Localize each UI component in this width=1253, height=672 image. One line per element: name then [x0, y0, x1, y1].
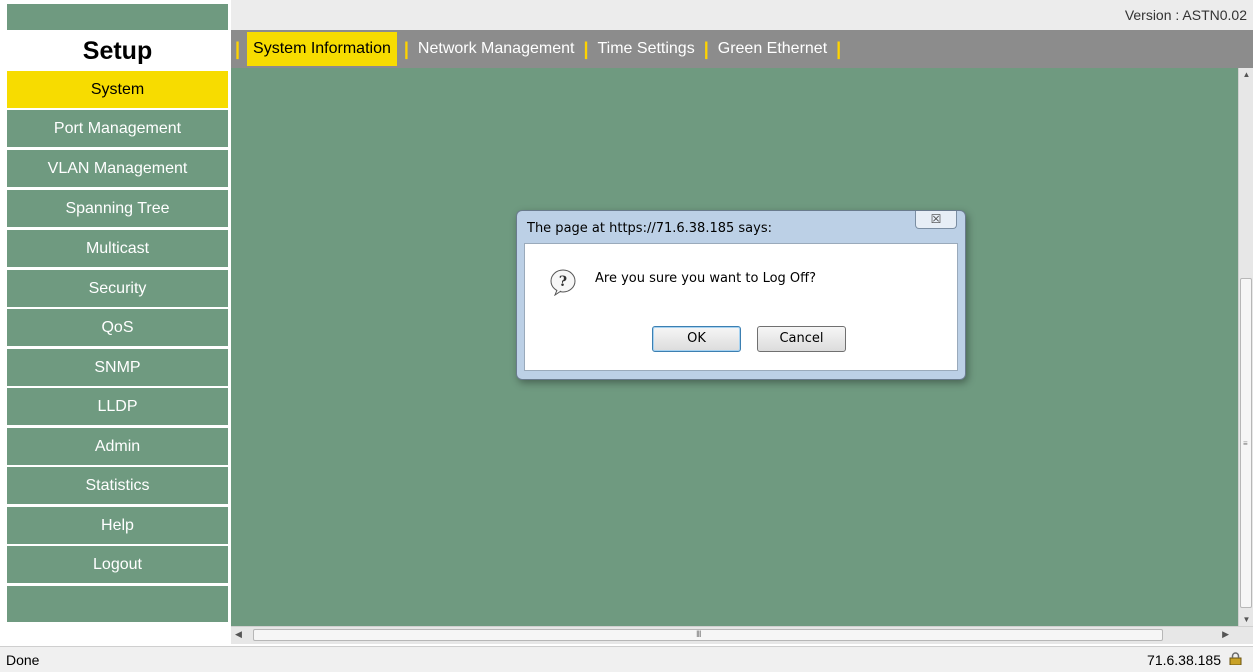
- grip-icon: III: [696, 629, 701, 639]
- vertical-scroll-thumb[interactable]: ≡: [1240, 278, 1252, 608]
- sidebar-bottom-band: [7, 586, 228, 622]
- sidebar-top-band: [7, 4, 228, 30]
- svg-text:?: ?: [559, 274, 567, 290]
- sidebar-item-snmp[interactable]: SNMP: [7, 349, 228, 386]
- ok-button[interactable]: OK: [652, 326, 741, 352]
- tab-bar: | System Information | Network Managemen…: [231, 30, 1253, 68]
- tab-time-settings[interactable]: Time Settings: [595, 40, 696, 58]
- horizontal-scroll-thumb[interactable]: III: [253, 629, 1163, 641]
- tab-separator: |: [703, 38, 709, 59]
- sidebar-item-qos[interactable]: QoS: [7, 309, 228, 346]
- cancel-button[interactable]: Cancel: [757, 326, 846, 352]
- sidebar-item-multicast[interactable]: Multicast: [7, 230, 228, 267]
- sidebar-item-security[interactable]: Security: [7, 270, 228, 307]
- sidebar-item-spanning-tree[interactable]: Spanning Tree: [7, 190, 228, 227]
- tab-separator: |: [836, 38, 842, 59]
- tab-system-information[interactable]: System Information: [247, 32, 397, 66]
- sidebar-item-help[interactable]: Help: [7, 507, 228, 544]
- horizontal-scrollbar[interactable]: ◀ III ▶: [231, 626, 1253, 644]
- confirm-dialog: The page at https://71.6.38.185 says: ☒ …: [516, 210, 966, 380]
- version-label: Version : ASTN0.02: [1124, 7, 1247, 23]
- status-bar: Done 71.6.38.185: [0, 646, 1253, 672]
- tab-separator: |: [235, 38, 241, 59]
- tab-separator: |: [583, 38, 589, 59]
- tab-green-ethernet[interactable]: Green Ethernet: [716, 40, 829, 58]
- sidebar-item-port-management[interactable]: Port Management: [7, 110, 228, 147]
- scroll-up-icon[interactable]: ▲: [1239, 70, 1253, 79]
- sidebar-item-lldp[interactable]: LLDP: [7, 388, 228, 425]
- grip-icon: ≡: [1243, 439, 1248, 448]
- question-icon: ?: [550, 269, 576, 296]
- lock-icon[interactable]: [1228, 652, 1243, 665]
- scroll-down-icon[interactable]: ▼: [1239, 615, 1253, 624]
- status-text: Done: [6, 652, 40, 668]
- tab-separator: |: [403, 38, 409, 59]
- status-host: 71.6.38.185: [1147, 652, 1221, 668]
- dialog-message: Are you sure you want to Log Off?: [595, 271, 817, 286]
- dialog-title: The page at https://71.6.38.185 says:: [527, 221, 772, 236]
- sidebar-title: Setup: [7, 30, 228, 70]
- sidebar-item-logout[interactable]: Logout: [7, 546, 228, 583]
- scroll-left-icon[interactable]: ◀: [235, 629, 242, 640]
- version-bar: Version : ASTN0.02: [231, 0, 1253, 30]
- dialog-body: ? Are you sure you want to Log Off? OK C…: [524, 243, 958, 371]
- vertical-scrollbar[interactable]: ▲ ≡ ▼: [1238, 68, 1253, 626]
- scroll-right-icon[interactable]: ▶: [1222, 629, 1229, 640]
- sidebar-item-admin[interactable]: Admin: [7, 428, 228, 465]
- sidebar-item-vlan-management[interactable]: VLAN Management: [7, 150, 228, 187]
- sidebar-item-system[interactable]: System: [7, 71, 228, 108]
- tab-network-management[interactable]: Network Management: [416, 40, 577, 58]
- close-icon[interactable]: ☒: [915, 211, 957, 229]
- sidebar-item-statistics[interactable]: Statistics: [7, 467, 228, 504]
